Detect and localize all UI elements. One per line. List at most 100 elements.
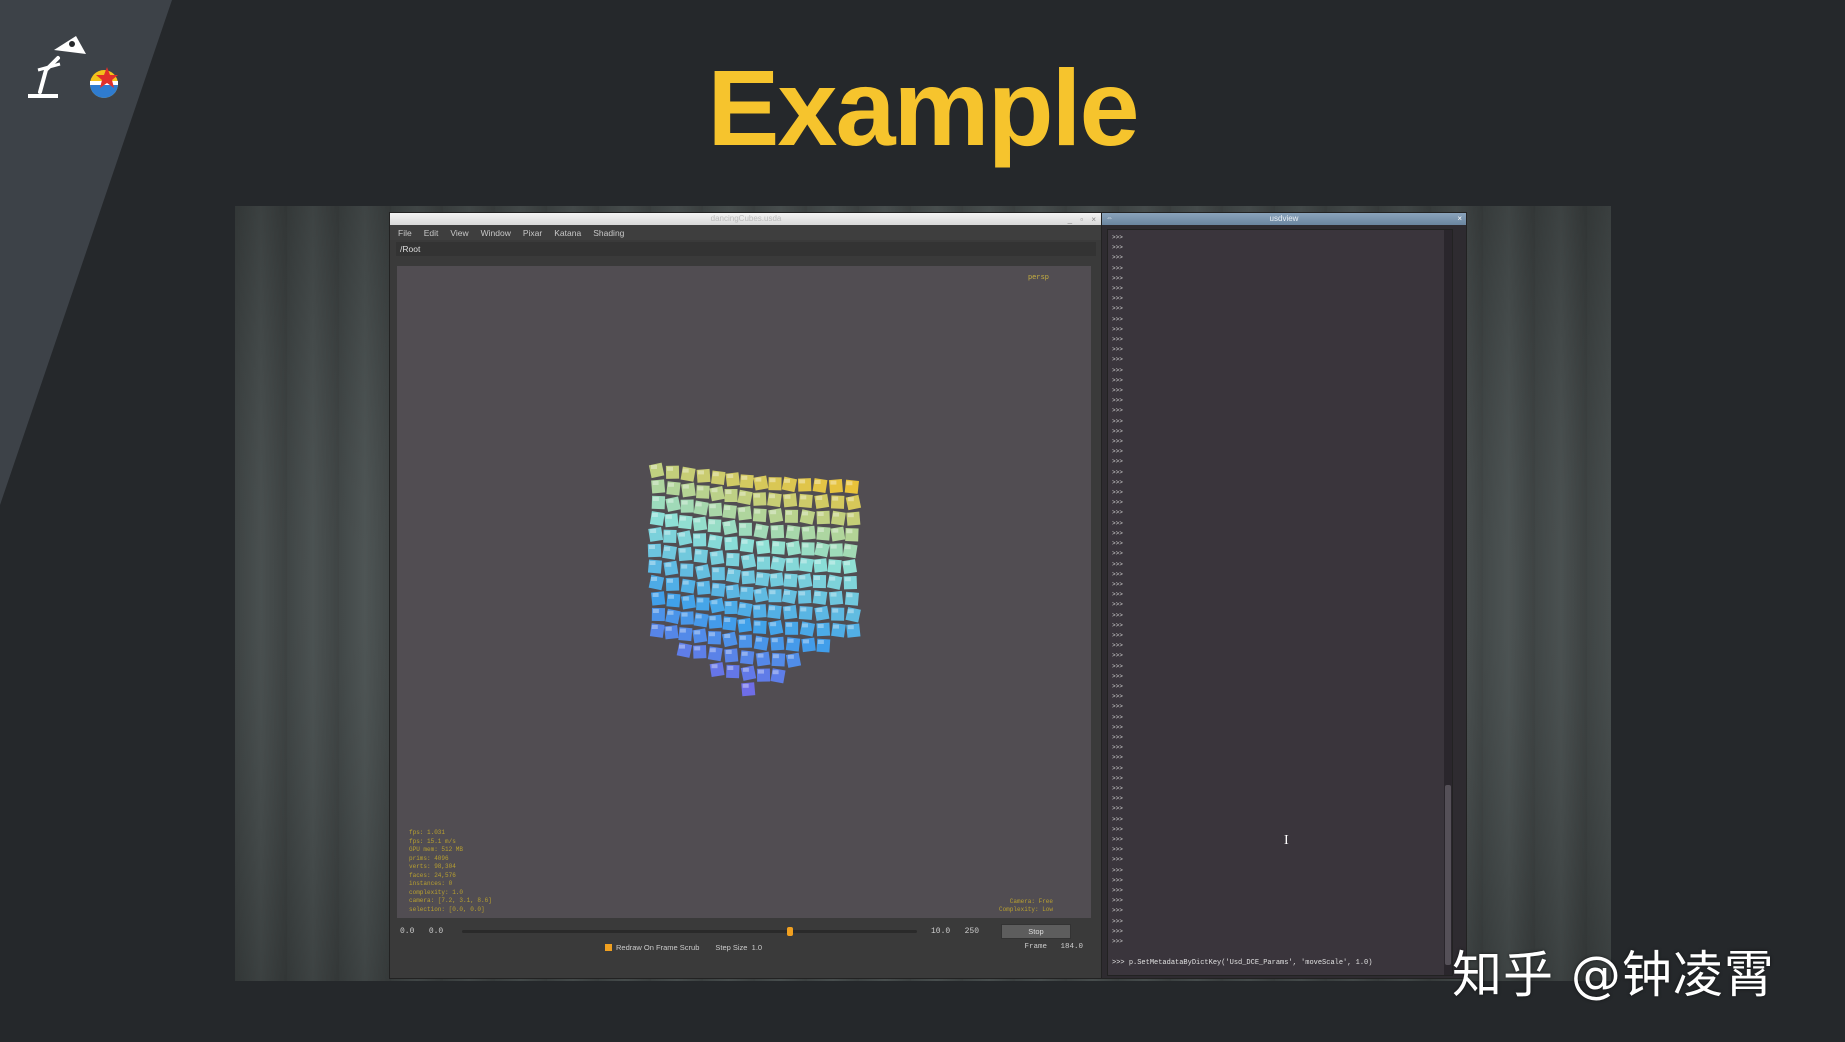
console-prompt-line: >>>	[1112, 468, 1123, 476]
console-scrollbar[interactable]	[1444, 230, 1452, 975]
cube-highlight	[844, 561, 850, 566]
cube-instance	[648, 462, 665, 479]
stop-button[interactable]: Stop	[1001, 923, 1072, 939]
console-prompt-line: >>>	[1112, 509, 1123, 517]
cube-highlight	[770, 622, 777, 627]
cube-highlight	[652, 593, 659, 597]
cube-highlight	[739, 619, 745, 624]
dancing-cubes-3d-render	[647, 462, 862, 697]
cube-highlight	[757, 541, 764, 546]
console-input-line[interactable]: >>> p.SetMetadataByDictKey('Usd_DCE_Para…	[1112, 959, 1372, 967]
timeline-end-values: 10.0 250	[931, 927, 979, 936]
playback-options: Redraw On Frame Scrub Step Size 1.0 Fram…	[397, 940, 1091, 954]
close-icon[interactable]: ×	[1457, 213, 1462, 225]
stat-line: complexity: 1.0	[409, 888, 464, 896]
cube-highlight	[739, 507, 745, 512]
step-size-field[interactable]: 1.0	[752, 943, 762, 952]
console-prompt-line: >>>	[1112, 274, 1123, 282]
console-prompt-line: >>>	[1112, 927, 1123, 935]
cube-highlight	[844, 545, 851, 550]
window-titlebar[interactable]: ⇔ usdview ×	[1102, 213, 1466, 225]
stat-line: prims: 4096	[409, 854, 449, 862]
cube-highlight	[667, 498, 674, 503]
window-titlebar[interactable]: dancingCubes.usda _ ▫ ×	[390, 213, 1102, 225]
cube-highlight	[814, 592, 821, 596]
cube-highlight	[772, 542, 779, 547]
cube-highlight	[799, 479, 806, 484]
cube-highlight	[755, 477, 762, 482]
cube-highlight	[741, 587, 748, 592]
menu-file[interactable]: File	[398, 228, 412, 238]
cube-highlight	[694, 534, 701, 539]
cube-highlight	[787, 542, 794, 547]
console-prompt-line: >>>	[1112, 264, 1123, 272]
cube-highlight	[800, 607, 807, 612]
console-prompt-line: >>>	[1112, 458, 1123, 466]
cube-highlight	[739, 635, 746, 640]
python-console[interactable]: >>> >>> >>> >>> >>> >>> >>> >>> >>> >>> >>> >>> >>> >…	[1107, 229, 1453, 976]
console-prompt-line: >>>	[1112, 611, 1123, 619]
frame-slider[interactable]	[462, 926, 917, 936]
cube-highlight	[681, 500, 688, 505]
cube-highlight	[711, 600, 718, 605]
console-prompt-line: >>>	[1112, 887, 1123, 894]
3d-viewport[interactable]: persp fps: 1.031 fps: 15.1 m/s GPU mem: …	[397, 266, 1091, 918]
cube-highlight	[727, 586, 734, 590]
cube-highlight	[694, 646, 701, 651]
cube-highlight	[697, 566, 704, 571]
menu-pixar[interactable]: Pixar	[523, 228, 542, 238]
console-prompt-line: >>>	[1112, 907, 1123, 915]
camera-info-line: Complexity: Low	[998, 906, 1053, 913]
console-prompt-line: >>>	[1112, 866, 1123, 874]
cube-highlight	[712, 472, 719, 477]
cube-highlight	[844, 577, 851, 582]
cube-highlight	[830, 480, 837, 485]
resize-icon[interactable]: ⇔	[1106, 213, 1113, 225]
cube-highlight	[698, 582, 704, 587]
timeline-end-current[interactable]: 10.0	[931, 927, 950, 936]
window-controls[interactable]: _ ▫ ×	[1068, 214, 1099, 226]
cube-highlight	[728, 570, 734, 574]
cube-highlight	[847, 513, 854, 518]
cube-highlight	[649, 561, 656, 565]
cube-highlight	[833, 512, 839, 517]
timeline-start[interactable]: 0.0	[400, 927, 414, 936]
cube-highlight	[814, 480, 821, 484]
console-prompt-line: >>>	[1112, 631, 1123, 639]
cube-highlight	[741, 475, 748, 480]
menu-shading[interactable]: Shading	[593, 228, 624, 238]
stat-line: GPU mem: 512 MB	[409, 846, 464, 853]
cube-highlight	[755, 525, 762, 530]
menu-edit[interactable]: Edit	[424, 228, 439, 238]
console-prompt-line: >>>	[1112, 835, 1123, 843]
timeline-end[interactable]: 250	[965, 927, 979, 936]
cube-highlight	[679, 644, 685, 649]
cube-highlight	[829, 560, 836, 565]
cube-instance	[740, 665, 757, 681]
cube-highlight	[832, 528, 839, 533]
cube-highlight	[724, 506, 731, 510]
menu-view[interactable]: View	[450, 228, 468, 238]
cube-highlight	[784, 478, 790, 483]
console-prompt-line: >>>	[1112, 856, 1123, 864]
redraw-checkbox[interactable]	[605, 943, 612, 951]
console-prompt-line: >>>	[1112, 560, 1123, 568]
frame-field[interactable]: 184.0	[1060, 943, 1083, 951]
console-prompt-line: >>>	[1112, 438, 1123, 446]
menu-katana[interactable]: Katana	[554, 228, 581, 238]
console-prompt-line: >>>	[1112, 478, 1123, 486]
stat-line: fps: 1.031	[409, 829, 446, 836]
timeline-current-start[interactable]: 0.0	[429, 927, 443, 936]
cube-highlight	[727, 474, 734, 478]
frame-slider-handle[interactable]	[787, 926, 794, 936]
scrollbar-thumb[interactable]	[1445, 785, 1451, 965]
menu-window[interactable]: Window	[481, 228, 511, 238]
scene-path-bar[interactable]: /Root	[396, 242, 1096, 256]
cube-highlight	[784, 606, 791, 611]
cube-instance	[665, 496, 681, 512]
cube-highlight	[787, 638, 794, 643]
console-prompt-line: >>>	[1112, 601, 1123, 609]
cube-highlight	[754, 605, 761, 610]
cube-highlight	[649, 545, 655, 549]
console-prompt-line: >>>	[1112, 397, 1123, 405]
